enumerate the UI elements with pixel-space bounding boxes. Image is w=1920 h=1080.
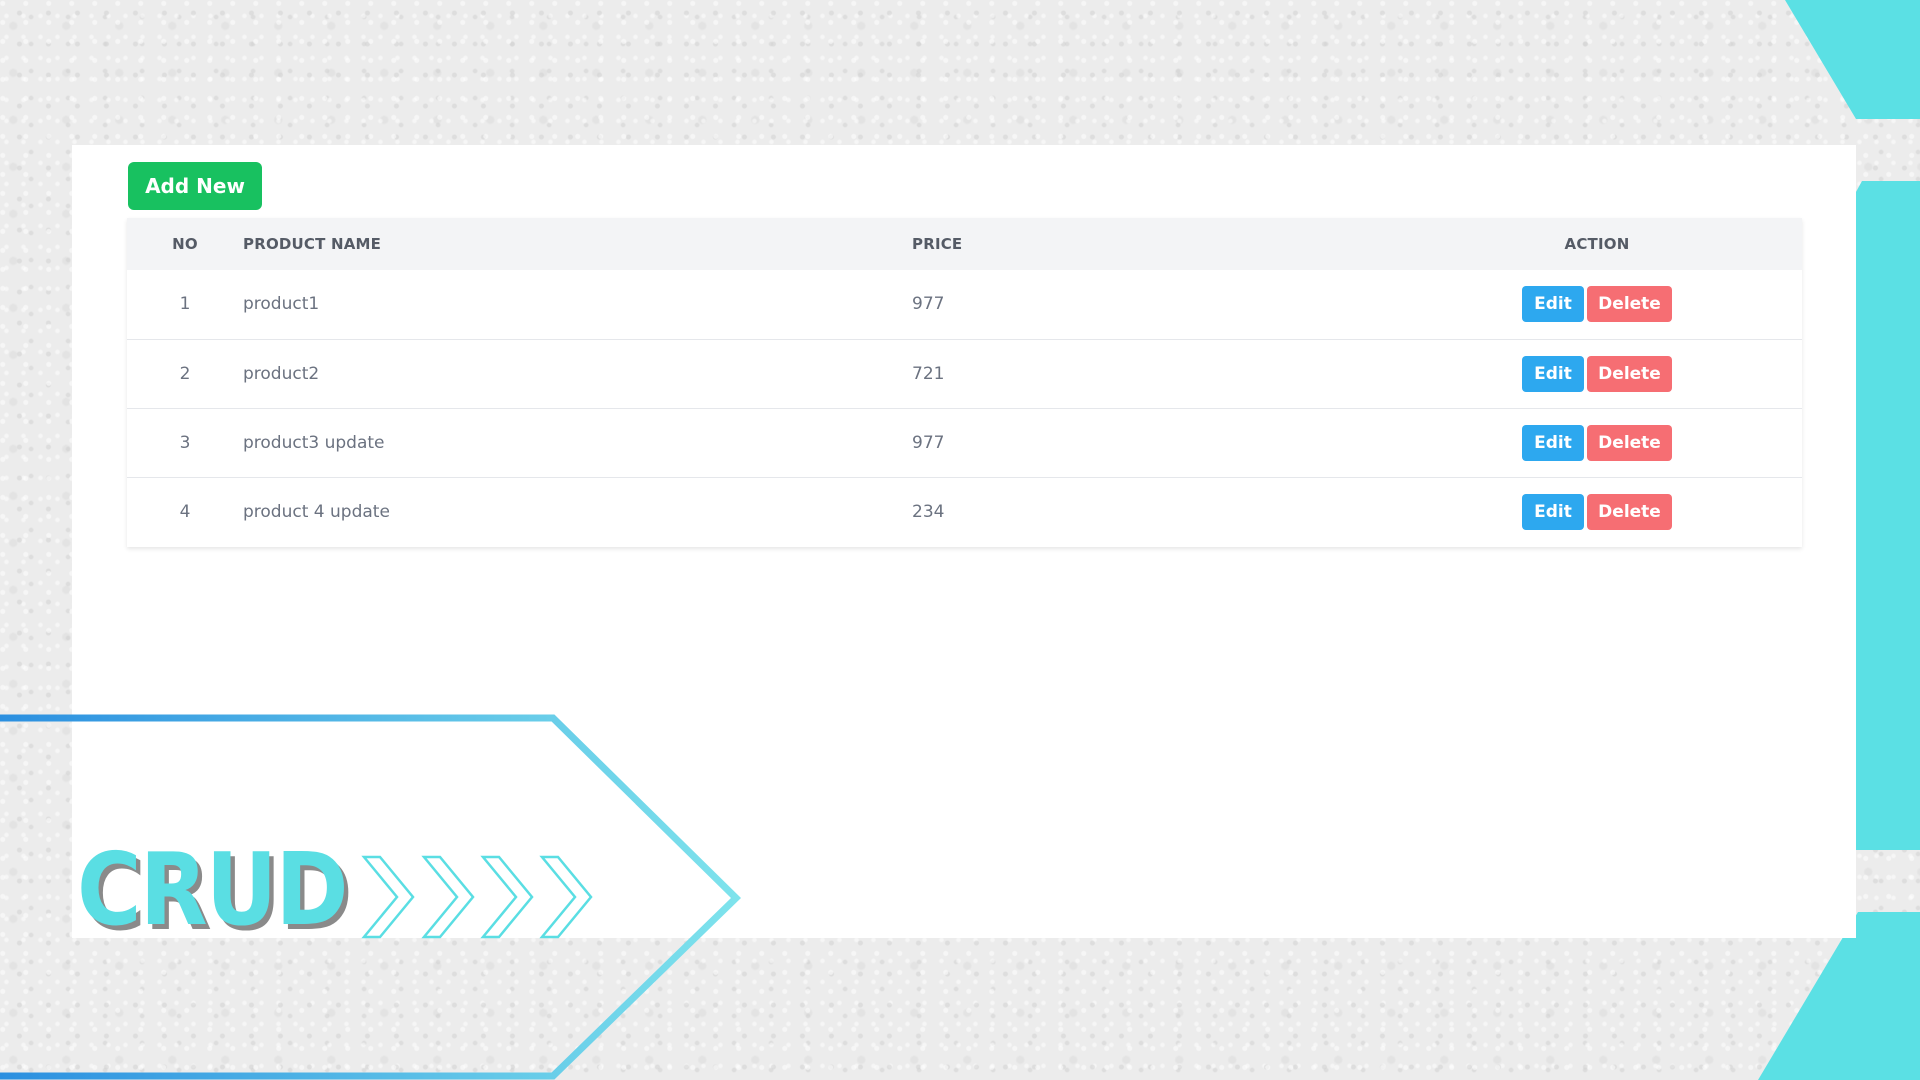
row-no: 4: [179, 501, 191, 522]
delete-button[interactable]: Delete: [1587, 424, 1672, 461]
top-right-cyan-shape: [1785, 0, 1920, 119]
row-price: 721: [912, 363, 945, 384]
products-table: NO PRODUCT NAME PRICE ACTION 1 product1 …: [127, 218, 1802, 546]
header-no: NO: [172, 235, 198, 253]
delete-button[interactable]: Delete: [1587, 355, 1672, 392]
delete-button[interactable]: Delete: [1587, 493, 1672, 530]
edit-button[interactable]: Edit: [1522, 424, 1584, 461]
edit-button[interactable]: Edit: [1522, 355, 1584, 392]
header-price: PRICE: [912, 235, 963, 253]
main-panel: Add New NO PRODUCT NAME PRICE ACTION 1 p…: [72, 145, 1856, 938]
table-row: 1 product1 977 Edit Delete: [127, 270, 1802, 339]
row-actions: Edit Delete: [1392, 408, 1802, 477]
edit-button[interactable]: Edit: [1522, 493, 1584, 530]
row-actions: Edit Delete: [1392, 270, 1802, 339]
header-action: ACTION: [1564, 235, 1630, 253]
row-no: 1: [179, 294, 191, 315]
table-row: 3 product3 update 977 Edit Delete: [127, 408, 1802, 477]
edit-button[interactable]: Edit: [1522, 286, 1584, 323]
crud-title: CRUD: [77, 831, 349, 948]
table-header-row: NO PRODUCT NAME PRICE ACTION: [127, 218, 1802, 270]
row-actions: Edit Delete: [1392, 339, 1802, 408]
row-product-name: product 4 update: [243, 501, 390, 522]
row-no: 2: [179, 363, 191, 384]
row-product-name: product3 update: [243, 432, 385, 453]
row-no: 3: [179, 432, 191, 453]
row-price: 234: [912, 501, 945, 522]
delete-button[interactable]: Delete: [1587, 286, 1672, 323]
table-row: 4 product 4 update 234 Edit Delete: [127, 477, 1802, 546]
products-table-card: NO PRODUCT NAME PRICE ACTION 1 product1 …: [127, 218, 1802, 547]
add-new-button[interactable]: Add New: [128, 162, 262, 210]
table-row: 2 product2 721 Edit Delete: [127, 339, 1802, 408]
row-actions: Edit Delete: [1392, 477, 1802, 546]
row-price: 977: [912, 432, 945, 453]
row-price: 977: [912, 294, 945, 315]
header-product-name: PRODUCT NAME: [243, 235, 382, 253]
row-product-name: product1: [243, 294, 320, 315]
row-product-name: product2: [243, 363, 320, 384]
